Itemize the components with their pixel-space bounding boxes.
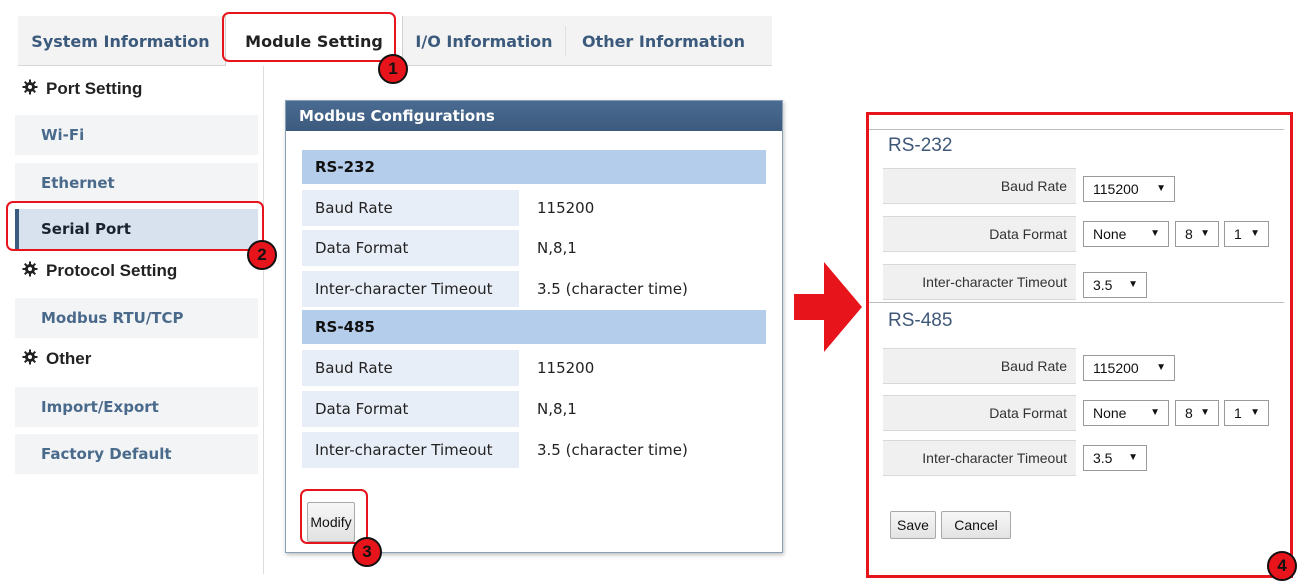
kv-row-timeout: Inter-character Timeout 3.5 (character t… <box>302 271 766 307</box>
save-button[interactable]: Save <box>890 511 936 539</box>
sidebar-group-label: Protocol Setting <box>46 261 178 280</box>
sidebar-group-port-setting: Port Setting <box>22 75 142 103</box>
form-divider <box>869 302 1284 303</box>
tab-other-information[interactable]: Other Information <box>566 16 761 66</box>
step-1-badge: 1 <box>378 54 408 84</box>
sidebar-item-ethernet[interactable]: Ethernet <box>15 163 258 203</box>
rs232-parity-select[interactable]: None ▼ <box>1083 221 1169 247</box>
tab-system-information[interactable]: System Information <box>18 16 223 66</box>
field-label-timeout: Inter-character Timeout <box>883 264 1076 300</box>
gear-icon <box>22 349 38 370</box>
rs485-baud-rate-select[interactable]: 115200 ▼ <box>1083 355 1175 381</box>
row-label: Baud Rate <box>302 350 519 386</box>
step-2-badge: 2 <box>247 240 277 270</box>
highlight-step-3 <box>300 489 368 544</box>
kv-row-baud-rate: Baud Rate 115200 <box>302 350 766 386</box>
row-value: 115200 <box>537 359 595 377</box>
rs232-baud-rate-select[interactable]: 115200 ▼ <box>1083 176 1175 202</box>
cancel-button[interactable]: Cancel <box>941 511 1011 539</box>
select-value: 115200 <box>1093 181 1139 197</box>
sidebar-group-label: Other <box>46 349 92 368</box>
caret-down-icon: ▼ <box>1156 183 1166 194</box>
field-label-data-format: Data Format <box>883 395 1076 431</box>
rs485-stop-bits-select[interactable]: 1 ▼ <box>1224 400 1269 426</box>
form-section-rs232: RS-232 <box>888 135 953 156</box>
caret-down-icon: ▼ <box>1250 228 1260 239</box>
sidebar-item-label: Factory Default <box>41 445 172 463</box>
tab-io-information[interactable]: I/O Information <box>403 16 565 66</box>
select-value: 3.5 <box>1093 450 1113 466</box>
row-label: Inter-character Timeout <box>302 271 519 307</box>
row-value: 115200 <box>537 199 595 217</box>
gear-icon <box>22 261 38 282</box>
screenshot-root: System Information Module Setting I/O In… <box>0 0 1308 587</box>
row-value: N,8,1 <box>537 239 577 257</box>
sidebar-item-modbus-rtu-tcp[interactable]: Modbus RTU/TCP <box>15 298 258 338</box>
row-label: Inter-character Timeout <box>302 432 519 468</box>
rs232-data-bits-select[interactable]: 8 ▼ <box>1175 221 1219 247</box>
caret-down-icon: ▼ <box>1200 228 1210 239</box>
form-divider <box>869 129 1284 130</box>
rs485-timeout-select[interactable]: 3.5 ▼ <box>1083 445 1147 471</box>
select-value: None <box>1093 405 1127 421</box>
row-label: Baud Rate <box>302 190 519 226</box>
caret-down-icon: ▼ <box>1150 407 1160 418</box>
kv-row-data-format: Data Format N,8,1 <box>302 230 766 266</box>
section-header-rs232: RS-232 <box>302 150 766 184</box>
caret-down-icon: ▼ <box>1156 362 1166 373</box>
row-value: 3.5 (character time) <box>537 441 688 459</box>
kv-row-data-format: Data Format N,8,1 <box>302 391 766 427</box>
sidebar-item-label: Import/Export <box>41 398 159 416</box>
rs485-data-bits-select[interactable]: 8 ▼ <box>1175 400 1219 426</box>
select-value: 3.5 <box>1093 277 1113 293</box>
caret-down-icon: ▼ <box>1150 228 1160 239</box>
sidebar-item-label: Modbus RTU/TCP <box>41 309 184 327</box>
field-label-baud-rate: Baud Rate <box>883 168 1076 204</box>
rs232-timeout-select[interactable]: 3.5 ▼ <box>1083 272 1147 298</box>
step-4-badge: 4 <box>1267 551 1297 581</box>
rs485-parity-select[interactable]: None ▼ <box>1083 400 1169 426</box>
modbus-configurations-panel: Modbus Configurations RS-232 Baud Rate 1… <box>285 100 783 553</box>
select-value: 1 <box>1234 226 1242 242</box>
row-value: 3.5 (character time) <box>537 280 688 298</box>
sidebar-item-factory-default[interactable]: Factory Default <box>15 434 258 474</box>
field-label-baud-rate: Baud Rate <box>883 348 1076 384</box>
sidebar-group-protocol-setting: Protocol Setting <box>22 257 177 285</box>
kv-row-baud-rate: Baud Rate 115200 <box>302 190 766 226</box>
sidebar-item-wifi[interactable]: Wi-Fi <box>15 115 258 155</box>
sidebar-item-label: Wi-Fi <box>41 126 85 144</box>
sidebar-item-import-export[interactable]: Import/Export <box>15 387 258 427</box>
caret-down-icon: ▼ <box>1250 407 1260 418</box>
select-value: 8 <box>1185 405 1193 421</box>
sidebar-group-other: Other <box>22 345 91 373</box>
caret-down-icon: ▼ <box>1128 279 1138 290</box>
gear-icon <box>22 79 38 100</box>
field-label-timeout: Inter-character Timeout <box>883 440 1076 476</box>
rs232-stop-bits-select[interactable]: 1 ▼ <box>1224 221 1269 247</box>
panel-title: Modbus Configurations <box>286 101 782 131</box>
select-value: None <box>1093 226 1127 242</box>
select-value: 1 <box>1234 405 1242 421</box>
row-label: Data Format <box>302 230 519 266</box>
serial-edit-form: RS-232 Baud Rate 115200 ▼ Data Format Non… <box>866 112 1293 578</box>
caret-down-icon: ▼ <box>1200 407 1210 418</box>
right-arrow-icon <box>794 262 862 352</box>
sidebar-item-label: Ethernet <box>41 174 115 192</box>
row-label: Data Format <box>302 391 519 427</box>
sidebar-group-label: Port Setting <box>46 79 143 98</box>
highlight-step-2 <box>6 201 264 251</box>
form-section-rs485: RS-485 <box>888 310 953 331</box>
select-value: 115200 <box>1093 360 1139 376</box>
section-header-rs485: RS-485 <box>302 310 766 344</box>
sidebar-divider <box>263 66 264 574</box>
kv-row-timeout: Inter-character Timeout 3.5 (character t… <box>302 432 766 468</box>
caret-down-icon: ▼ <box>1128 452 1138 463</box>
field-label-data-format: Data Format <box>883 216 1076 252</box>
select-value: 8 <box>1185 226 1193 242</box>
step-3-badge: 3 <box>352 537 382 567</box>
row-value: N,8,1 <box>537 400 577 418</box>
highlight-step-1 <box>222 12 396 62</box>
